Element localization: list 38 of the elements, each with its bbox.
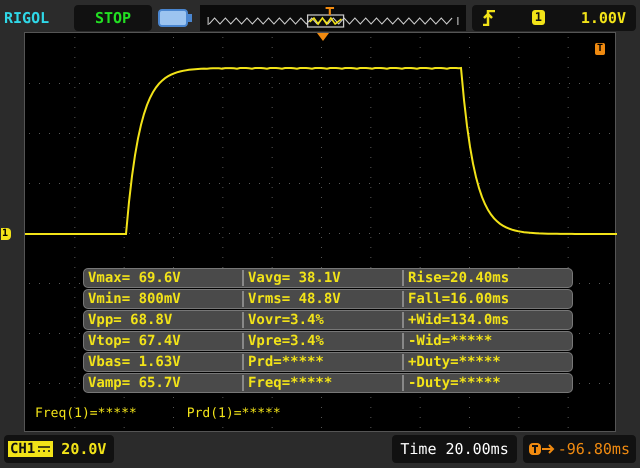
counter-readout: Freq(1)=***** xyxy=(35,406,137,421)
measurement-value: Vbas= 1.63V xyxy=(87,354,182,370)
trigger-position-icon xyxy=(317,33,329,41)
vertical-scale: 20.0V xyxy=(61,440,106,458)
measurement-value: Fall=16.00ms xyxy=(402,291,572,307)
trigger-level: 1.00V xyxy=(580,8,626,26)
measurement-value: +Wid=134.0ms xyxy=(402,312,572,328)
measurement-value: Vamp= 65.7V xyxy=(87,375,182,391)
measurement-value: Prd=***** xyxy=(242,354,402,370)
measurement-value: -Wid=***** xyxy=(402,333,572,349)
measurement-value: Vmin= 800mV xyxy=(87,291,182,307)
rising-edge-icon xyxy=(482,10,496,26)
channel-label: CH1 xyxy=(8,441,54,457)
trigger-offset: -96.80ms xyxy=(558,440,630,458)
timebase[interactable]: Time 20.00ms xyxy=(392,435,517,463)
trigger-panel[interactable]: 1 1.00V xyxy=(472,4,636,30)
channel-marker: 1 xyxy=(1,228,12,240)
measurement-value: Vrms= 48.8V xyxy=(242,291,402,307)
run-state[interactable]: STOP xyxy=(74,4,152,30)
measurement-value: -Duty=***** xyxy=(402,375,572,391)
measurement-value: Rise=20.40ms xyxy=(402,270,572,286)
counter-readout: Prd(1)=***** xyxy=(186,406,281,421)
battery-icon xyxy=(158,8,194,28)
trigger-channel: 1 xyxy=(532,10,546,25)
measurement-value: Vovr=3.4% xyxy=(242,312,402,328)
trigger-offset-panel[interactable]: -96.80ms xyxy=(522,435,636,463)
trigger-offset-icon xyxy=(528,442,555,456)
measurement-value: Vpre=3.4% xyxy=(242,333,402,349)
measurement-value: Vpp= 68.8V xyxy=(87,312,174,328)
measurement-value: +Duty=***** xyxy=(402,354,572,370)
brand-logo: RIGOL xyxy=(4,8,50,26)
trigger-level-marker: T xyxy=(594,43,605,55)
coupling-icon xyxy=(37,445,52,453)
measurement-value: Vmax= 69.6V xyxy=(87,270,182,286)
measurement-value: Vavg= 38.1V xyxy=(242,270,402,286)
measurement-value: Vtop= 67.4V xyxy=(87,333,182,349)
channel-scale-panel[interactable]: CH1 20.0V xyxy=(4,435,114,463)
measurement-value: Freq=***** xyxy=(242,375,402,391)
